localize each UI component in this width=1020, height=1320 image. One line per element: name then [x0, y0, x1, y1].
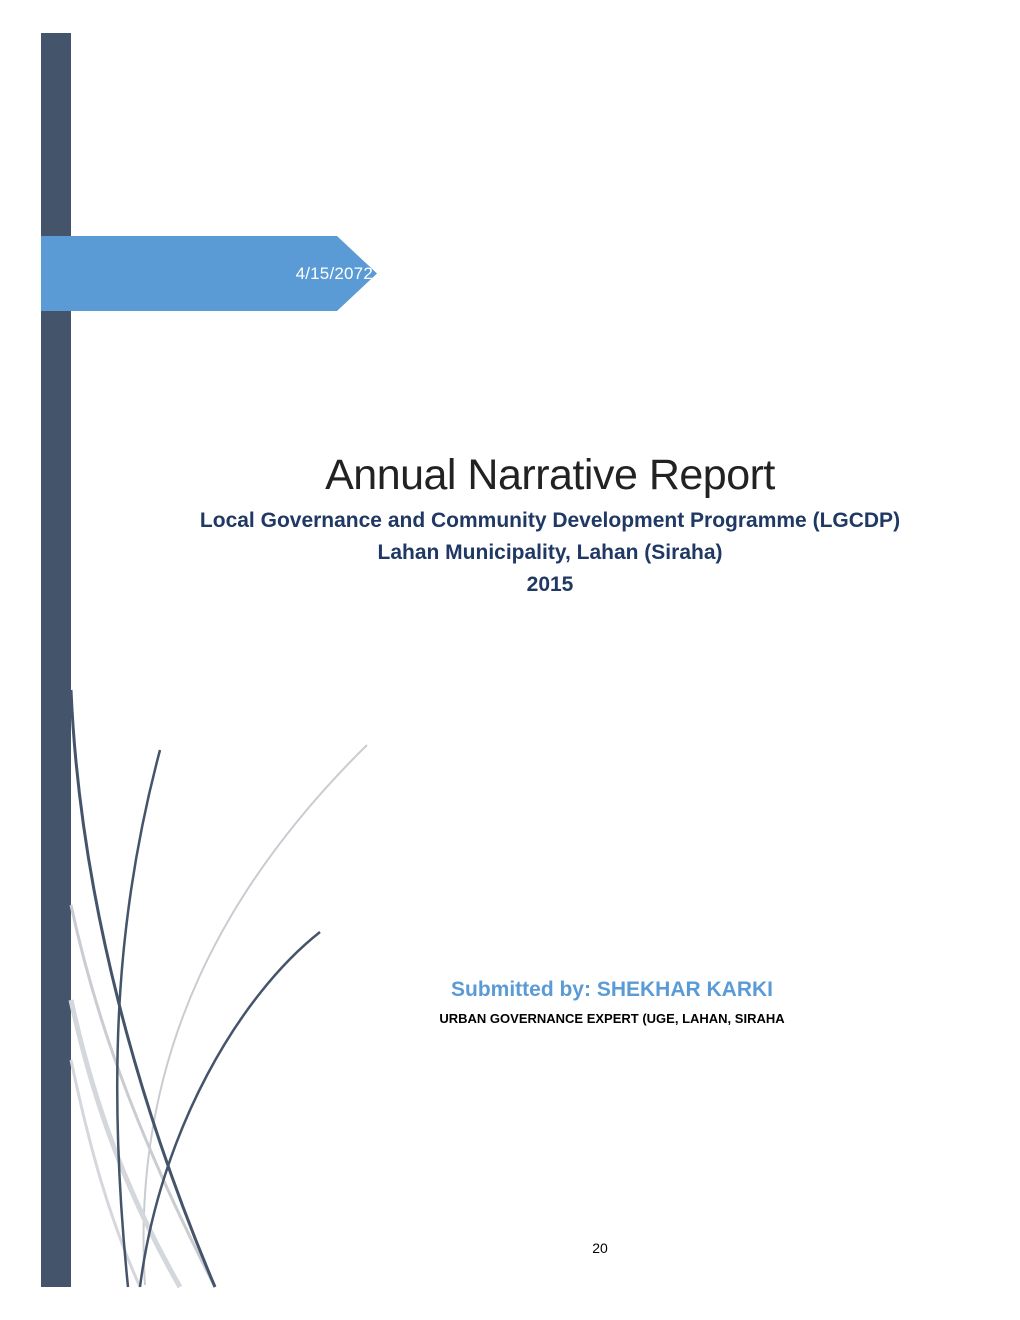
author-role: URBAN GOVERNANCE EXPERT (UGE, LAHAN, SIR… — [439, 1011, 785, 1026]
report-title: Annual Narrative Report — [325, 451, 775, 499]
municipality-name: Lahan Municipality, Lahan (Siraha) — [377, 541, 723, 564]
title-block: Annual Narrative Report Local Governance… — [100, 445, 1000, 601]
report-year: 2015 — [526, 573, 574, 596]
page-number: 20 — [592, 1240, 608, 1256]
programme-name: Local Governance and Community Developme… — [199, 509, 901, 532]
decorative-swooshes — [68, 689, 368, 1289]
submitted-by: Submitted by: SHEKHAR KARKI — [450, 978, 773, 1001]
